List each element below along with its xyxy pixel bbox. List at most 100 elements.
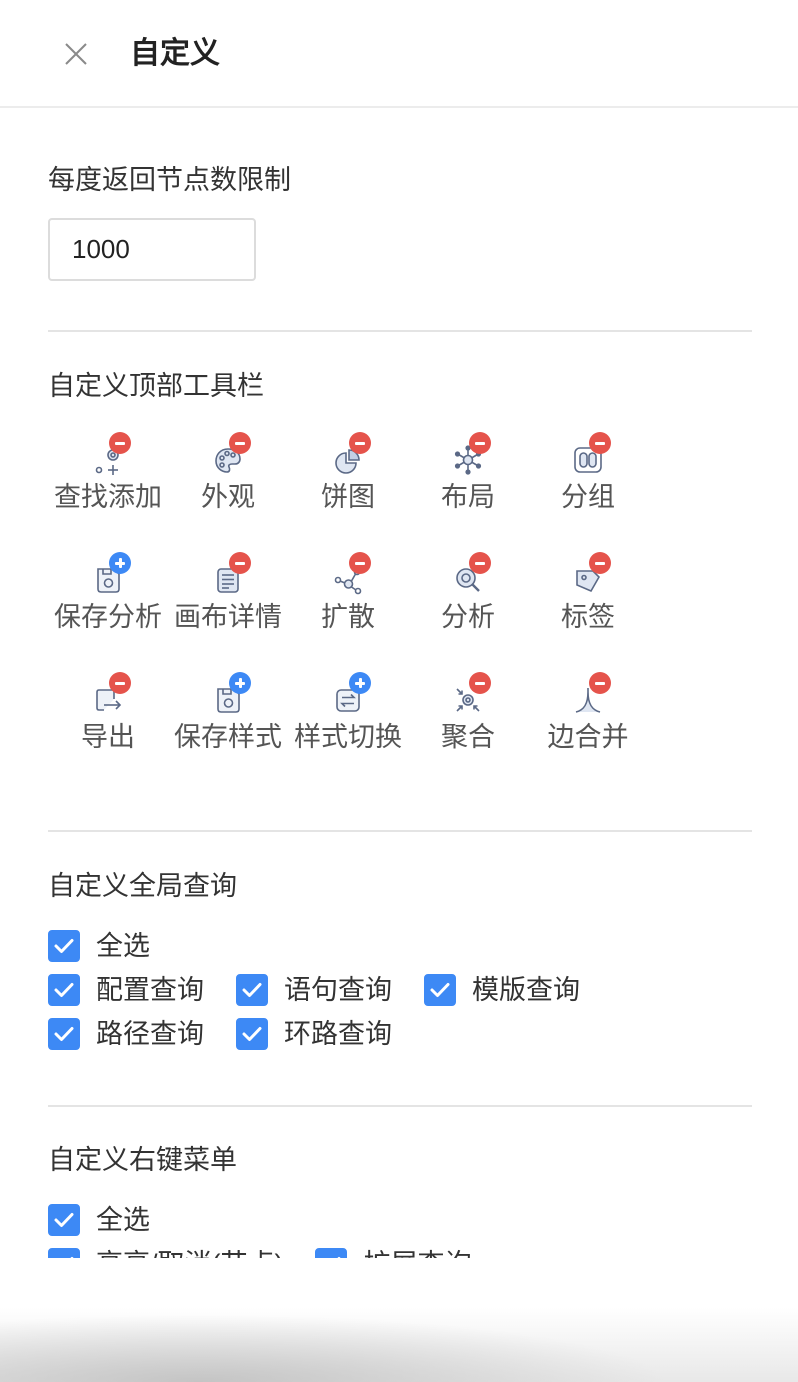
toolbar-item-label: 导出 (81, 722, 135, 752)
checkbox[interactable] (48, 1018, 80, 1050)
toolbar-item-label: 分析 (441, 602, 495, 632)
context-menu-option[interactable]: 高亮/取消(节点) (48, 1242, 283, 1258)
global-query-option[interactable]: 环路查询 (236, 1012, 392, 1056)
global-query-option[interactable]: 路径查询 (48, 1012, 204, 1056)
toolbar-item-group: 分组 (528, 432, 648, 552)
check-icon (430, 983, 450, 997)
toolbar-item-tag: 标签 (528, 552, 648, 672)
remove-badge[interactable] (349, 552, 371, 574)
checkbox[interactable] (48, 930, 80, 962)
global-query-option[interactable]: 语句查询 (236, 968, 392, 1012)
toolbar-item-analysis: 分析 (408, 552, 528, 672)
settings-scroll-area[interactable]: 每度返回节点数限制 自定义顶部工具栏 查找添加 (0, 108, 798, 1258)
remove-badge[interactable] (109, 432, 131, 454)
divider (48, 830, 752, 832)
toolbar-item-label: 外观 (201, 482, 255, 512)
toolbar-item-label: 布局 (441, 482, 495, 512)
checkbox-label: 语句查询 (284, 975, 392, 1005)
add-badge[interactable] (349, 672, 371, 694)
toolbar-item-edge-merge: 边合并 (528, 672, 648, 792)
toolbar-item-save-analysis: 保存分析 (48, 552, 168, 672)
toolbar-item-label: 保存分析 (54, 602, 162, 632)
toolbar-item-label: 扩散 (321, 602, 375, 632)
toolbar-item-layout: 布局 (408, 432, 528, 552)
toolbar-item-appearance: 外观 (168, 432, 288, 552)
toolbar-items-grid: 查找添加 外观 饼图 布局 分组 保存分析 画布详情 扩散 分析 标签 导出 保… (48, 432, 648, 792)
toolbar-item-label: 饼图 (321, 482, 375, 512)
checkbox-row: 路径查询 环路查询 (48, 1012, 424, 1056)
global-query-option[interactable]: 配置查询 (48, 968, 204, 1012)
checkbox-label: 模版查询 (472, 975, 580, 1005)
check-icon (54, 983, 74, 997)
toolbar-section-label: 自定义顶部工具栏 (48, 371, 264, 401)
checkbox-label: 路径查询 (96, 1019, 204, 1049)
checkbox-row: 配置查询 语句查询 模版查询 (48, 968, 612, 1012)
context-menu-section-label: 自定义右键菜单 (48, 1145, 237, 1175)
toolbar-item-label: 样式切换 (294, 722, 402, 752)
check-icon (337, 1257, 341, 1258)
checkbox-label: 环路查询 (284, 1019, 392, 1049)
checkbox-row: 全选 (48, 1198, 182, 1242)
bottom-shadow (0, 1258, 798, 1382)
global-query-select-all[interactable]: 全选 (48, 924, 150, 968)
toolbar-item-save-style: 保存样式 (168, 672, 288, 792)
toolbar-item-label: 分组 (561, 482, 615, 512)
check-icon (70, 1257, 74, 1258)
node-limit-input[interactable] (48, 218, 256, 281)
remove-badge[interactable] (109, 672, 131, 694)
check-icon (54, 1213, 74, 1227)
panel-title: 自定义 (130, 37, 220, 70)
checkbox-label: 配置查询 (96, 975, 204, 1005)
toolbar-item-label: 查找添加 (54, 482, 162, 512)
checkbox[interactable] (48, 1204, 80, 1236)
remove-badge[interactable] (349, 432, 371, 454)
global-query-option[interactable]: 模版查询 (424, 968, 580, 1012)
toolbar-item-label: 标签 (561, 602, 615, 632)
check-icon (242, 1027, 262, 1041)
divider (48, 1105, 752, 1107)
remove-badge[interactable] (229, 432, 251, 454)
global-query-section-label: 自定义全局查询 (48, 871, 237, 901)
toolbar-item-label: 边合并 (547, 722, 629, 752)
remove-badge[interactable] (469, 552, 491, 574)
check-icon (54, 1027, 74, 1041)
toolbar-item-export: 导出 (48, 672, 168, 792)
toolbar-item-style-switch: 样式切换 (288, 672, 408, 792)
checkbox-label: 全选 (96, 1205, 150, 1235)
checkbox-label: 高亮/取消(节点) (96, 1246, 283, 1258)
check-icon (54, 939, 74, 953)
remove-badge[interactable] (469, 672, 491, 694)
context-menu-select-all[interactable]: 全选 (48, 1198, 150, 1242)
context-menu-option[interactable]: 扩展查询 (315, 1242, 471, 1258)
checkbox[interactable] (48, 974, 80, 1006)
divider (48, 330, 752, 332)
checkbox-label: 扩展查询 (363, 1246, 471, 1258)
checkbox-row: 高亮/取消(节点) 扩展查询 (48, 1242, 503, 1258)
remove-badge[interactable] (589, 432, 611, 454)
close-icon (65, 43, 87, 65)
add-badge[interactable] (109, 552, 131, 574)
checkbox[interactable] (236, 1018, 268, 1050)
add-badge[interactable] (229, 672, 251, 694)
remove-badge[interactable] (589, 552, 611, 574)
toolbar-item-label: 画布详情 (174, 602, 282, 632)
panel-header: 自定义 (0, 0, 798, 108)
remove-badge[interactable] (469, 432, 491, 454)
checkbox-label: 全选 (96, 931, 150, 961)
remove-badge[interactable] (589, 672, 611, 694)
checkbox[interactable] (48, 1248, 80, 1258)
toolbar-item-aggregate: 聚合 (408, 672, 528, 792)
checkbox[interactable] (236, 974, 268, 1006)
toolbar-item-label: 聚合 (441, 722, 495, 752)
toolbar-item-canvas-detail: 画布详情 (168, 552, 288, 672)
toolbar-item-label: 保存样式 (174, 722, 282, 752)
check-icon (242, 983, 262, 997)
toolbar-item-search-add: 查找添加 (48, 432, 168, 552)
close-button[interactable] (62, 40, 90, 68)
toolbar-item-expand: 扩散 (288, 552, 408, 672)
remove-badge[interactable] (229, 552, 251, 574)
node-limit-label: 每度返回节点数限制 (48, 165, 291, 195)
toolbar-item-pie-chart: 饼图 (288, 432, 408, 552)
checkbox[interactable] (424, 974, 456, 1006)
checkbox[interactable] (315, 1248, 348, 1258)
